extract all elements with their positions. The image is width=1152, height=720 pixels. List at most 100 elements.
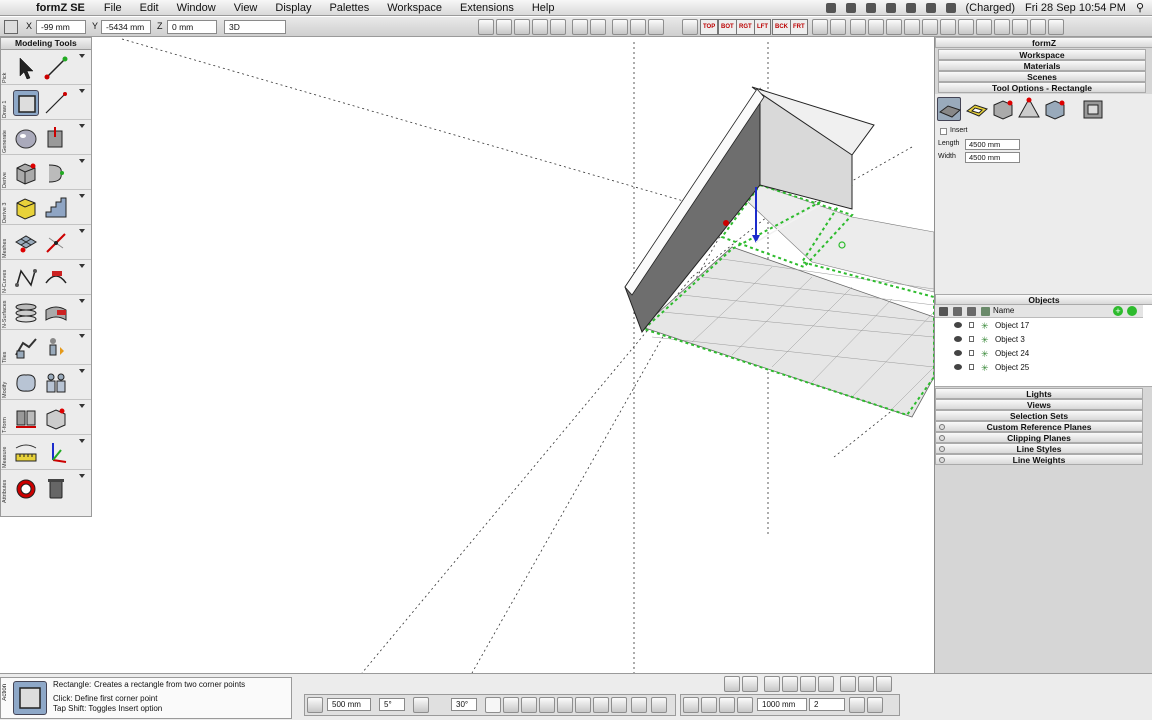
object-row[interactable]: ✳ Object 24 [937,347,1141,360]
collapse-objects-icon[interactable] [1127,306,1137,316]
eye-icon[interactable] [954,322,962,328]
dropbox-icon[interactable] [845,2,856,13]
axes-icon[interactable] [43,440,69,466]
section-lights[interactable]: Lights [935,388,1143,399]
y-coordinate-field[interactable]: -5434 mm [101,20,151,34]
object-row[interactable]: ✳ Object 3 [937,333,1141,346]
z-coordinate-field[interactable]: 0 mm [167,20,217,34]
section-objects[interactable]: Objects [935,294,1152,305]
section-scenes[interactable]: Scenes [938,71,1146,82]
zoom-fit-icon[interactable] [994,19,1010,35]
snap-intersect-icon[interactable] [575,697,591,713]
zoom-out-icon[interactable] [976,19,992,35]
pan-hand-icon[interactable] [922,19,938,35]
menu-view[interactable]: View [234,2,258,14]
length-field[interactable]: 4500 mm [965,139,1020,150]
hidden-line-icon[interactable] [742,676,758,692]
name-column-header[interactable]: Name [993,306,1014,315]
grid-snap-icon[interactable] [307,697,323,713]
frame-render-icon[interactable] [876,676,892,692]
stamp-icon[interactable] [849,697,865,713]
vector-line-icon[interactable] [43,90,69,116]
eye-icon[interactable] [954,336,962,342]
menu-extensions[interactable]: Extensions [460,2,514,14]
expand-arrow-icon[interactable] [79,439,85,443]
zoom-icon[interactable] [940,19,956,35]
lock-icon[interactable] [969,364,974,370]
reset-icon[interactable] [867,697,883,713]
add-object-icon[interactable]: + [1113,306,1123,316]
snap-perpendicular-icon[interactable] [557,697,573,713]
tiles-icon[interactable] [13,335,39,361]
zoom-in-icon[interactable] [958,19,974,35]
transform-cube-icon[interactable] [43,405,69,431]
snap-segment-icon[interactable] [521,697,537,713]
expand-arrow-icon[interactable] [79,334,85,338]
ortho-snap-icon[interactable] [413,697,429,713]
expand-arrow-icon[interactable] [79,404,85,408]
angle-snap-field[interactable]: 5° [379,698,405,711]
menu-edit[interactable]: Edit [140,2,159,14]
wifi-icon[interactable] [905,2,916,13]
menu-palettes[interactable]: Palettes [329,2,369,14]
paint-bucket-icon[interactable] [13,475,39,501]
modeling-viewport[interactable] [92,37,935,674]
mesh-explode-icon[interactable] [43,230,69,256]
save-icon[interactable] [550,19,566,35]
align-icon[interactable] [737,697,753,713]
expand-arrow-icon[interactable] [79,89,85,93]
mesh-grid-icon[interactable] [13,230,39,256]
section-clipping-planes[interactable]: Clipping Planes [935,432,1143,443]
pan-icon[interactable] [886,19,902,35]
layer-icon[interactable] [858,676,874,692]
clock[interactable]: Fri 28 Sep 10:54 PM [1025,2,1126,14]
view-top-button[interactable]: TOP [700,19,719,35]
expand-arrow-icon[interactable] [79,194,85,198]
group-people-icon[interactable] [43,370,69,396]
lock-icon[interactable] [969,322,974,328]
snap-point-icon[interactable] [503,697,519,713]
figure-icon[interactable] [43,335,69,361]
width-field[interactable]: 4500 mm [965,152,1020,163]
expand-arrow-icon[interactable] [79,229,85,233]
count-field[interactable]: 2 [809,698,845,711]
lock-icon[interactable] [969,350,974,356]
app-menu[interactable]: formZ SE [36,2,85,14]
object-row[interactable]: ✳ Object 25 [937,361,1141,374]
gear-icon[interactable] [514,19,530,35]
grid-size-field[interactable]: 500 mm [327,698,371,711]
spotlight-icon[interactable]: ⚲ [1136,1,1144,14]
undo-tool-button[interactable] [478,19,494,35]
frame-icon[interactable] [965,97,989,121]
battery-icon[interactable] [945,2,956,13]
curve-hammer-icon[interactable] [43,265,69,291]
blob-modify-icon[interactable] [13,370,39,396]
object-row[interactable]: ✳ Object 17 [937,319,1141,332]
lock-icon[interactable] [969,336,974,342]
perspective-icon[interactable] [830,19,846,35]
plane-icon[interactable] [683,697,699,713]
mode-select[interactable]: 3D [224,20,286,34]
axon-view-icon[interactable] [812,19,828,35]
menu-display[interactable]: Display [275,2,311,14]
view-front-button[interactable]: FRT [790,19,808,35]
rotate-view-icon[interactable] [904,19,920,35]
stairs-icon[interactable] [43,195,69,221]
redo-icon[interactable] [590,19,606,35]
section-tool-options[interactable]: Tool Options - Rectangle [938,82,1146,93]
snap-surface-icon[interactable] [651,697,667,713]
normal-icon[interactable] [701,697,717,713]
bluetooth-icon[interactable] [885,2,896,13]
section-line-weights[interactable]: Line Weights [935,454,1143,465]
section-line-styles[interactable]: Line Styles [935,443,1143,454]
zoom-window-icon[interactable] [1012,19,1028,35]
undo-icon[interactable] [572,19,588,35]
measure-ruler-icon[interactable] [13,440,39,466]
trash-can-icon[interactable] [43,475,69,501]
extrude-icon[interactable] [43,125,69,151]
volume-icon[interactable] [925,2,936,13]
section-selection-sets[interactable]: Selection Sets [935,410,1143,421]
menu-help[interactable]: Help [532,2,555,14]
curve-icon[interactable] [13,265,39,291]
pick-arrow-icon[interactable] [13,55,39,81]
